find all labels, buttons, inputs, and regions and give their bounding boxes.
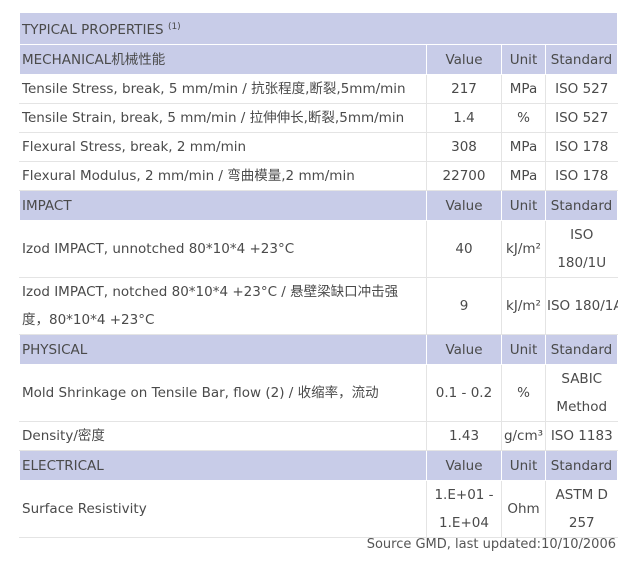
unit-cell: Ohm [501, 480, 546, 538]
col-value-header: Value [426, 44, 502, 75]
table-row: Density/密度 1.43 g/cm³ ISO 1183 [19, 421, 618, 451]
property-cell: Density/密度 [19, 421, 427, 451]
col-value-header: Value [426, 334, 502, 365]
section-header-mechanical: MECHANICAL机械性能 Value Unit Standard [19, 44, 618, 75]
table-row: Izod IMPACT, unnotched 80*10*4 +23°C 40 … [19, 220, 618, 278]
property-cell: Surface Resistivity [19, 480, 427, 538]
col-unit-header: Unit [501, 334, 546, 365]
section-name: PHYSICAL [19, 334, 427, 365]
standard-cell: ISO 180/1U [545, 220, 618, 278]
table-row: Tensile Stress, break, 5 mm/min / 抗张程度,断… [19, 74, 618, 104]
section-header-electrical: ELECTRICAL Value Unit Standard [19, 450, 618, 481]
value-cell: 9 [426, 277, 502, 335]
value-cell: 1.43 [426, 421, 502, 451]
col-standard-header: Standard [545, 450, 618, 481]
table-row: Surface Resistivity 1.E+01 - 1.E+04 Ohm … [19, 480, 618, 538]
section-header-physical: PHYSICAL Value Unit Standard [19, 334, 618, 365]
typical-properties-table: TYPICAL PROPERTIES (1) MECHANICAL机械性能 Va… [19, 12, 618, 538]
value-cell: 308 [426, 132, 502, 162]
table-row: Izod IMPACT, notched 80*10*4 +23°C / 悬壁梁… [19, 277, 618, 335]
unit-cell: g/cm³ [501, 421, 546, 451]
section-name: IMPACT [19, 190, 427, 221]
property-cell: Flexural Stress, break, 2 mm/min [19, 132, 427, 162]
standard-cell: ASTM D 257 [545, 480, 618, 538]
property-cell: Izod IMPACT, notched 80*10*4 +23°C / 悬壁梁… [19, 277, 427, 335]
standard-cell: ISO 527 [545, 103, 618, 133]
col-unit-header: Unit [501, 190, 546, 221]
table-row: Mold Shrinkage on Tensile Bar, flow (2) … [19, 364, 618, 422]
property-cell: Izod IMPACT, unnotched 80*10*4 +23°C [19, 220, 427, 278]
table-title: TYPICAL PROPERTIES (1) [19, 12, 618, 45]
table-row: Flexural Stress, break, 2 mm/min 308 MPa… [19, 132, 618, 162]
value-cell: 217 [426, 74, 502, 104]
standard-cell: ISO 180/1A [545, 277, 618, 335]
col-standard-header: Standard [545, 44, 618, 75]
section-name: MECHANICAL机械性能 [19, 44, 427, 75]
standard-cell: SABIC Method [545, 364, 618, 422]
col-standard-header: Standard [545, 334, 618, 365]
property-cell: Mold Shrinkage on Tensile Bar, flow (2) … [19, 364, 427, 422]
col-standard-header: Standard [545, 190, 618, 221]
col-value-header: Value [426, 450, 502, 481]
unit-cell: MPa [501, 132, 546, 162]
table-title-row: TYPICAL PROPERTIES (1) [19, 12, 618, 45]
value-cell: 0.1 - 0.2 [426, 364, 502, 422]
table-row: Flexural Modulus, 2 mm/min / 弯曲模量,2 mm/m… [19, 161, 618, 191]
standard-cell: ISO 178 [545, 161, 618, 191]
value-cell: 1.4 [426, 103, 502, 133]
section-name: ELECTRICAL [19, 450, 427, 481]
property-cell: Flexural Modulus, 2 mm/min / 弯曲模量,2 mm/m… [19, 161, 427, 191]
title-footnote: (1) [167, 22, 181, 32]
title-text: TYPICAL PROPERTIES [22, 22, 164, 38]
standard-cell: ISO 178 [545, 132, 618, 162]
source-note: Source GMD, last updated:10/10/2006 [366, 537, 616, 552]
unit-cell: kJ/m² [501, 220, 546, 278]
property-cell: Tensile Strain, break, 5 mm/min / 拉伸伸长,断… [19, 103, 427, 133]
unit-cell: % [501, 103, 546, 133]
property-cell: Tensile Stress, break, 5 mm/min / 抗张程度,断… [19, 74, 427, 104]
unit-cell: % [501, 364, 546, 422]
unit-cell: kJ/m² [501, 277, 546, 335]
unit-cell: MPa [501, 74, 546, 104]
value-cell: 22700 [426, 161, 502, 191]
value-cell: 1.E+01 - 1.E+04 [426, 480, 502, 538]
value-cell: 40 [426, 220, 502, 278]
col-value-header: Value [426, 190, 502, 221]
col-unit-header: Unit [501, 44, 546, 75]
table-row: Tensile Strain, break, 5 mm/min / 拉伸伸长,断… [19, 103, 618, 133]
section-header-impact: IMPACT Value Unit Standard [19, 190, 618, 221]
standard-cell: ISO 527 [545, 74, 618, 104]
standard-cell: ISO 1183 [545, 421, 618, 451]
col-unit-header: Unit [501, 450, 546, 481]
unit-cell: MPa [501, 161, 546, 191]
